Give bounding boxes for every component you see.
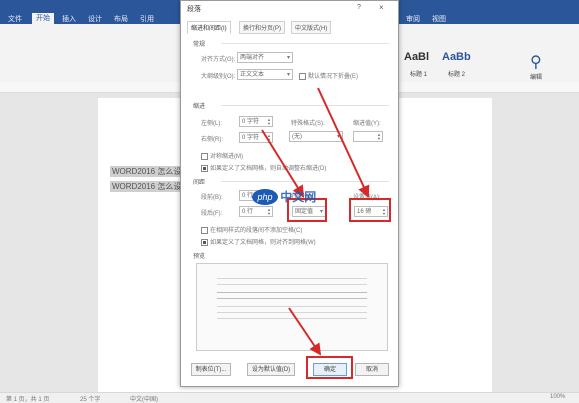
- checkbox-box: [299, 72, 306, 80]
- doc-line-1[interactable]: WORD2016 怎么设: [110, 166, 184, 177]
- outline-label: 大纲级别(O):: [201, 74, 236, 80]
- collapse-checkbox[interactable]: 默认情况下折叠(E): [299, 71, 358, 80]
- preview-line: [217, 298, 367, 299]
- checkbox-box: [201, 226, 208, 234]
- special-label: 特殊格式(S):: [291, 121, 325, 127]
- tab-view[interactable]: 视图: [432, 14, 446, 24]
- after-label: 段后(F):: [201, 211, 223, 217]
- tab-file[interactable]: 文件: [8, 14, 22, 24]
- outline-select[interactable]: 正文文本: [237, 69, 293, 81]
- preview-line: [217, 306, 367, 307]
- watermark-text: 中文网: [280, 190, 317, 204]
- style-heading2-caption: 标题 2: [448, 72, 466, 78]
- preview-line: [217, 278, 367, 279]
- divider: [221, 43, 389, 44]
- mirror-checkbox[interactable]: 对称缩进(M): [201, 151, 243, 160]
- highlight-at-value: [349, 198, 391, 222]
- tab-home[interactable]: 开始: [32, 13, 54, 24]
- snap-grid-label: 如果定义了文档网格，则对齐到网格(W): [210, 240, 316, 246]
- highlight-ok-button: [306, 356, 353, 379]
- divider: [221, 105, 389, 106]
- checkbox-box: [201, 238, 208, 246]
- preview-line: [217, 318, 367, 319]
- grid-indent-label: 如果定义了文档网格，则自动调整右缩进(D): [210, 166, 327, 172]
- alignment-label: 对齐方式(G):: [201, 57, 236, 63]
- by-input[interactable]: ▲ ▼: [353, 131, 383, 142]
- tab-line-page-breaks[interactable]: 换行和分页(P): [239, 21, 285, 34]
- close-icon[interactable]: ×: [379, 3, 384, 12]
- no-space-label: 在相同样式的段落间不添加空格(C): [210, 228, 303, 234]
- section-general: 常规: [193, 42, 206, 48]
- doc-line-2[interactable]: WORD2016 怎么设: [110, 181, 184, 192]
- cancel-button[interactable]: 取消: [355, 363, 389, 376]
- tab-insert[interactable]: 插入: [62, 14, 76, 24]
- section-preview: 预览: [193, 254, 206, 260]
- spinner-icon[interactable]: ▲▼: [377, 133, 381, 141]
- preview-line: [217, 292, 367, 293]
- edit-button[interactable]: 编辑: [530, 72, 542, 81]
- snap-grid-checkbox[interactable]: 如果定义了文档网格，则对齐到网格(W): [201, 237, 316, 246]
- alignment-select[interactable]: 两端对齐: [237, 52, 293, 64]
- tabs-button[interactable]: 制表位(T)...: [191, 363, 231, 376]
- by-label: 缩进值(Y):: [353, 121, 381, 127]
- tab-review[interactable]: 审阅: [406, 14, 420, 24]
- tab-asian-typography[interactable]: 中文版式(H): [291, 21, 332, 34]
- space-after-value: 0 行: [242, 209, 254, 215]
- help-icon[interactable]: ?: [357, 4, 361, 11]
- section-indentation: 缩进: [193, 104, 206, 110]
- left-indent-label: 左侧(L):: [201, 121, 223, 127]
- preview-line: [217, 312, 367, 313]
- tab-indents-spacing[interactable]: 缩进和间距(I): [187, 21, 231, 34]
- status-bar: 第 1 页，共 1 页 25 个字 中文(中国) 100%: [0, 392, 579, 403]
- checkbox-box: [201, 152, 208, 160]
- watermark: php 中文网: [252, 188, 316, 205]
- dialog-title: 段落: [187, 6, 201, 13]
- collapse-label: 默认情况下折叠(E): [308, 74, 358, 80]
- space-after-input[interactable]: 0 行 ▲ ▼: [239, 206, 273, 217]
- left-indent-value: 0 字符: [242, 119, 260, 125]
- php-logo: php: [252, 188, 278, 205]
- no-space-checkbox[interactable]: 在相同样式的段落间不添加空格(C): [201, 225, 302, 234]
- grid-indent-checkbox[interactable]: 如果定义了文档网格，则自动调整右缩进(D): [201, 163, 326, 172]
- find-icon[interactable]: ⚲: [530, 52, 542, 72]
- preview-box: [196, 263, 388, 351]
- special-select[interactable]: (无): [289, 131, 343, 143]
- preview-line: [217, 284, 367, 285]
- checkbox-box: [201, 164, 208, 172]
- status-zoom[interactable]: 100%: [550, 394, 565, 400]
- tab-design[interactable]: 设计: [88, 14, 102, 24]
- section-spacing: 间距: [193, 180, 206, 186]
- left-indent-input[interactable]: 0 字符 ▲ ▼: [239, 116, 273, 127]
- style-heading1-caption: 标题 1: [410, 72, 428, 78]
- before-label: 段前(B):: [201, 195, 223, 201]
- set-default-button[interactable]: 设为默认值(D): [247, 363, 295, 376]
- right-indent-label: 右侧(R):: [201, 137, 223, 143]
- spinner-icon[interactable]: ▲▼: [267, 208, 271, 216]
- spinner-icon[interactable]: ▲▼: [267, 134, 271, 142]
- mirror-label: 对称缩进(M): [210, 154, 243, 160]
- tab-layout[interactable]: 布局: [114, 14, 128, 24]
- right-indent-value: 0 字符: [242, 135, 260, 141]
- tab-references[interactable]: 引用: [140, 14, 154, 24]
- divider: [221, 181, 389, 182]
- right-indent-input[interactable]: 0 字符 ▲ ▼: [239, 132, 273, 143]
- spinner-icon[interactable]: ▲▼: [267, 118, 271, 126]
